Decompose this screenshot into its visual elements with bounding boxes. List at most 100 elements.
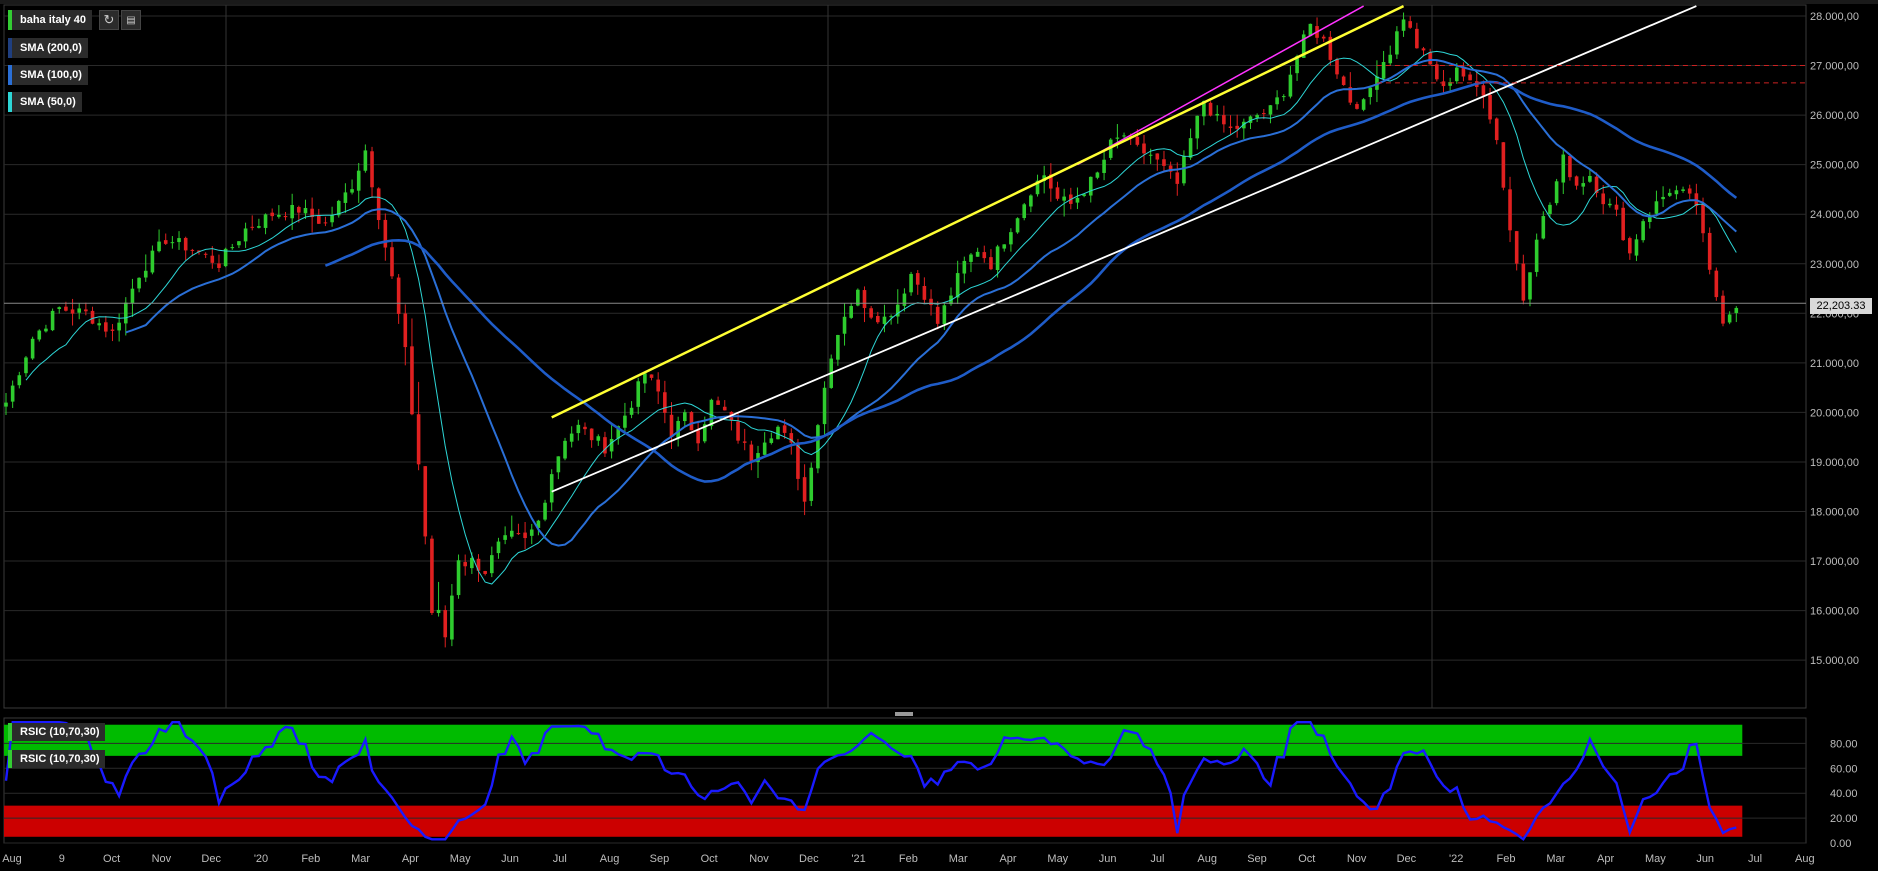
candle-body	[543, 502, 547, 520]
candle-body	[1029, 195, 1033, 207]
candle-body	[1188, 138, 1193, 158]
candle-body	[24, 357, 28, 374]
sma50-legend[interactable]: SMA (50,0)	[8, 92, 82, 112]
candle-body	[456, 560, 461, 596]
candle-body	[277, 214, 281, 217]
candle-body	[350, 189, 354, 193]
candle-body	[922, 286, 927, 300]
candle-body	[1175, 172, 1180, 184]
candle-body	[316, 214, 321, 224]
candle-body	[1388, 54, 1393, 64]
price-axis-label: 25.000,00	[1810, 160, 1859, 172]
candle-body	[1095, 172, 1100, 178]
last-price-tag: 22,203.33	[1810, 298, 1872, 314]
price-axis-label: 24.000,00	[1810, 209, 1859, 221]
candle-body	[1574, 176, 1579, 186]
candle-body	[1641, 221, 1645, 241]
candle-body	[1534, 239, 1539, 272]
candle-body	[1122, 135, 1126, 137]
candle-body	[1335, 59, 1339, 75]
time-axis-label: Aug	[1197, 853, 1217, 865]
candle-body	[1215, 113, 1220, 116]
candle-body	[163, 240, 168, 244]
candle-body	[796, 442, 800, 479]
candle-body	[4, 402, 8, 407]
candle-body	[104, 322, 108, 332]
price-axis-label: 18.000,00	[1810, 507, 1859, 519]
candle-body	[836, 334, 840, 360]
candle-body	[995, 246, 1000, 271]
candle-body	[935, 306, 940, 324]
candle-body	[1321, 36, 1326, 39]
price-chart[interactable]: 28.000,00 27.000,00 26.000,00 25.000,00 24.0…	[0, 0, 1878, 871]
candle-body	[1621, 207, 1625, 241]
candle-body	[776, 426, 780, 440]
candle-body	[975, 251, 980, 257]
price-axis-label: 15.000,00	[1810, 655, 1859, 667]
candle-body	[1601, 193, 1605, 205]
candle-body	[1368, 87, 1373, 98]
time-axis-label: Sep	[1247, 853, 1267, 865]
candle-body	[1508, 189, 1512, 231]
price-axis-label: 16.000,00	[1810, 606, 1859, 618]
candle-body	[1055, 187, 1060, 199]
candle-body	[915, 273, 920, 285]
candle-body	[1727, 314, 1732, 323]
candle-body	[549, 474, 554, 503]
time-axis-label: Nov	[152, 853, 172, 865]
time-axis-label: Mar	[949, 853, 968, 865]
candle-body	[742, 441, 747, 443]
candle-body	[1428, 52, 1432, 65]
candle-body	[1554, 181, 1559, 204]
price-axis-label: 20.000,00	[1810, 407, 1859, 419]
candle-body	[263, 214, 268, 228]
candle-body	[1261, 113, 1266, 115]
candle-body	[683, 412, 687, 422]
candle-body	[769, 438, 774, 443]
rsi-legend-1[interactable]: RSIC (10,70,30)	[8, 723, 106, 741]
time-axis-label: Jul	[1748, 853, 1762, 865]
candle-body	[323, 222, 328, 224]
candle-body	[1568, 155, 1572, 178]
candle-body	[569, 433, 574, 442]
refresh-button[interactable]: ↻	[99, 10, 119, 30]
instrument-legend[interactable]: baha italy 40	[8, 10, 93, 30]
rsi-legend-label-1: RSIC (10,70,30)	[20, 726, 100, 738]
sma200-legend[interactable]: SMA (200,0)	[8, 38, 88, 58]
candle-body	[1268, 105, 1273, 115]
chart-type-button[interactable]: ▤	[121, 10, 141, 30]
candle-body	[862, 290, 867, 309]
candle-body	[663, 392, 667, 413]
candle-body	[842, 316, 847, 334]
candle-body	[589, 428, 594, 441]
candle-body	[363, 150, 368, 171]
candle-body	[1002, 244, 1007, 249]
candle-body	[563, 440, 567, 459]
candle-body	[1415, 28, 1419, 49]
instrument-legend-label: baha italy 40	[20, 14, 87, 26]
time-axis-label: Dec	[201, 853, 221, 865]
time-axis-label: Dec	[1397, 853, 1417, 865]
time-axis-label: Dec	[799, 853, 819, 865]
price-axis-label: 23.000,00	[1810, 259, 1859, 271]
time-axis-label: Oct	[103, 853, 120, 865]
time-axis-label: Mar	[351, 853, 370, 865]
price-axis-label: 21.000,00	[1810, 358, 1859, 370]
pane-splitter-handle[interactable]	[895, 712, 913, 716]
candle-body	[1681, 189, 1685, 191]
candle-body	[423, 466, 428, 537]
time-axis-label: Feb	[899, 853, 918, 865]
rsi-legend-2[interactable]: RSIC (10,70,30)	[8, 750, 106, 768]
candle-body	[283, 216, 288, 218]
candle-body	[1075, 197, 1080, 203]
candle-body	[696, 430, 700, 444]
candle-body	[117, 322, 121, 331]
refresh-icon: ↻	[103, 12, 115, 27]
candle-body	[1155, 153, 1160, 160]
candle-body	[955, 273, 960, 298]
candle-body	[343, 192, 348, 203]
candle-body	[403, 313, 408, 348]
candle-body	[297, 206, 301, 213]
sma100-legend[interactable]: SMA (100,0)	[8, 65, 88, 85]
candle-body	[243, 228, 248, 242]
